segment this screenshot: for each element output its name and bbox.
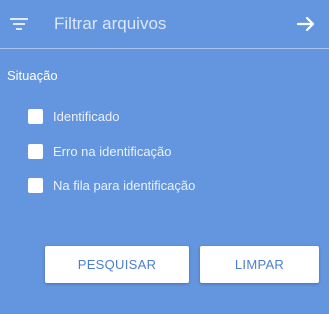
status-option-queued[interactable]: Na fila para identificação (28, 175, 195, 195)
checkbox-error[interactable] (28, 143, 43, 159)
status-option-label: Identificado (53, 108, 120, 124)
filter-list-icon[interactable] (10, 18, 28, 30)
filter-header (0, 0, 329, 49)
clear-button[interactable]: LIMPAR (200, 246, 319, 283)
search-button[interactable]: PESQUISAR (45, 246, 189, 283)
status-section-label: Situação (7, 68, 58, 83)
status-option-error[interactable]: Erro na identificação (28, 141, 172, 161)
checkbox-queued[interactable] (28, 177, 43, 193)
checkbox-identified[interactable] (28, 108, 43, 124)
status-option-label: Erro na identificação (53, 143, 172, 159)
filter-files-input[interactable] (54, 10, 284, 38)
filter-panel: Situação Identificado Erro na identifica… (0, 0, 329, 314)
arrow-right-icon[interactable] (295, 13, 317, 35)
status-option-label: Na fila para identificação (53, 177, 196, 193)
status-option-identified[interactable]: Identificado (28, 106, 120, 126)
